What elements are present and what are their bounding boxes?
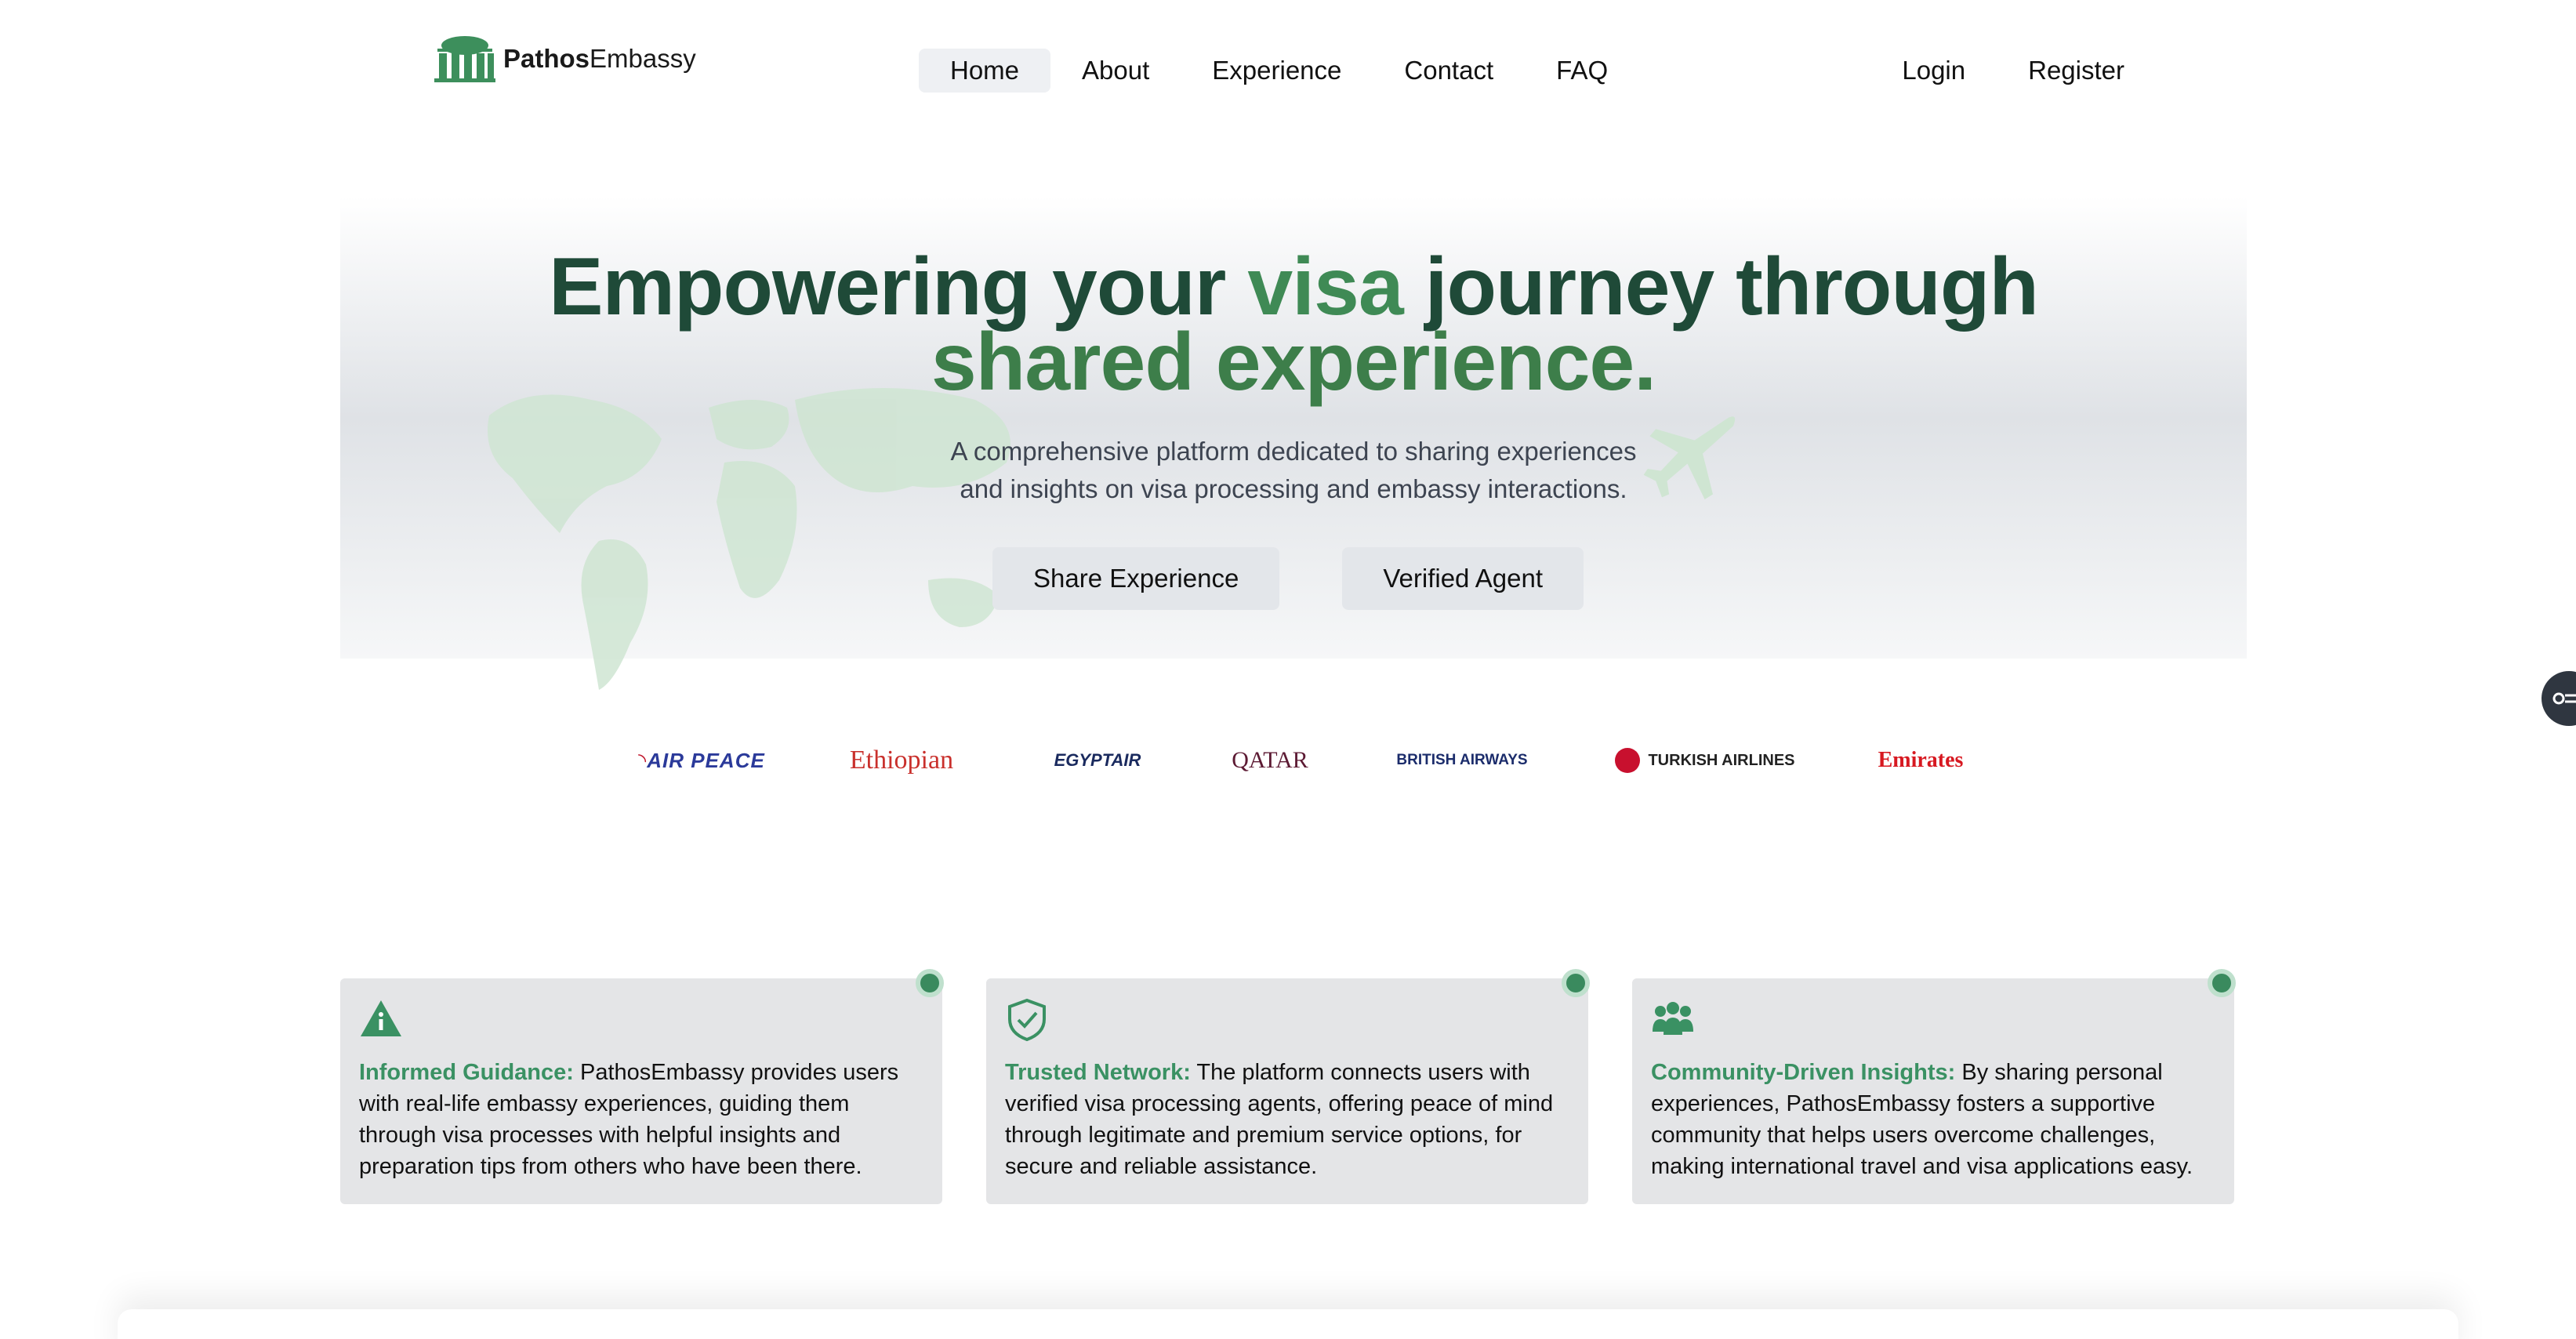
login-link[interactable]: Login — [1870, 49, 1997, 93]
british-airways-logo: BRITISH AIRWAYS — [1396, 752, 1528, 768]
hero-actions: Share Experience Verified Agent — [992, 547, 1584, 610]
main-nav: Home About Experience Contact FAQ — [919, 49, 1639, 93]
nav-contact[interactable]: Contact — [1373, 49, 1525, 93]
status-dot — [916, 969, 944, 997]
feature-card-trusted-network: Trusted Network: The platform connects u… — [986, 969, 1590, 1204]
verified-agent-button[interactable]: Verified Agent — [1342, 547, 1584, 610]
shield-check-icon — [1008, 998, 1046, 1041]
turkish-airlines-logo: TURKISH AIRLINES — [1615, 721, 1795, 800]
card-text: Trusted Network: The platform connects u… — [1005, 1060, 1554, 1179]
ethiopian-logo: Ethiopian — [849, 746, 954, 775]
next-section-panel — [118, 1309, 2458, 1339]
brand-name: PathosEmbassy — [503, 44, 696, 73]
hero-section: Empowering your visa journey through sha… — [340, 196, 2247, 690]
airline-logos: ◝ AIR PEACE Ethiopian EGYPTAIR QATAR BRIT… — [611, 721, 1976, 800]
air-peace-logo: ◝ AIR PEACE — [638, 748, 765, 772]
qatar-logo: QATAR — [1232, 747, 1308, 773]
register-link[interactable]: Register — [1997, 49, 2156, 93]
top-navbar: PathosEmbassy Home About Experience Cont… — [0, 0, 2576, 141]
card-text: Informed Guidance: PathosEmbassy provide… — [359, 1060, 899, 1179]
egyptair-logo: EGYPTAIR — [1054, 750, 1141, 770]
feature-card-community-insights: Community-Driven Insights: By sharing pe… — [1632, 969, 2236, 1204]
toggle-icon — [2552, 692, 2576, 705]
status-dot — [2208, 969, 2236, 997]
world-map-graphic — [488, 388, 1010, 690]
nav-faq[interactable]: FAQ — [1525, 49, 1639, 93]
emirates-logo: Emirates — [1878, 748, 1964, 772]
nav-experience[interactable]: Experience — [1181, 49, 1373, 93]
nav-about[interactable]: About — [1050, 49, 1181, 93]
info-warning-icon — [361, 1000, 401, 1036]
hero-title: Empowering your visa journey through sha… — [549, 241, 2039, 408]
brand-logo[interactable]: PathosEmbassy — [433, 34, 696, 83]
status-dot — [1562, 969, 1590, 997]
auth-links: Login Register — [1870, 49, 2156, 93]
card-text: Community-Driven Insights: By sharing pe… — [1651, 1060, 2193, 1179]
side-widget-tab[interactable] — [2542, 671, 2576, 726]
hero-subtitle: A comprehensive platform dedicated to sh… — [950, 437, 1637, 503]
nav-home[interactable]: Home — [919, 49, 1051, 93]
embassy-building-icon — [434, 36, 495, 82]
community-icon — [1653, 1002, 1693, 1035]
share-experience-button[interactable]: Share Experience — [992, 547, 1280, 610]
feature-card-informed-guidance: Informed Guidance: PathosEmbassy provide… — [340, 969, 944, 1204]
